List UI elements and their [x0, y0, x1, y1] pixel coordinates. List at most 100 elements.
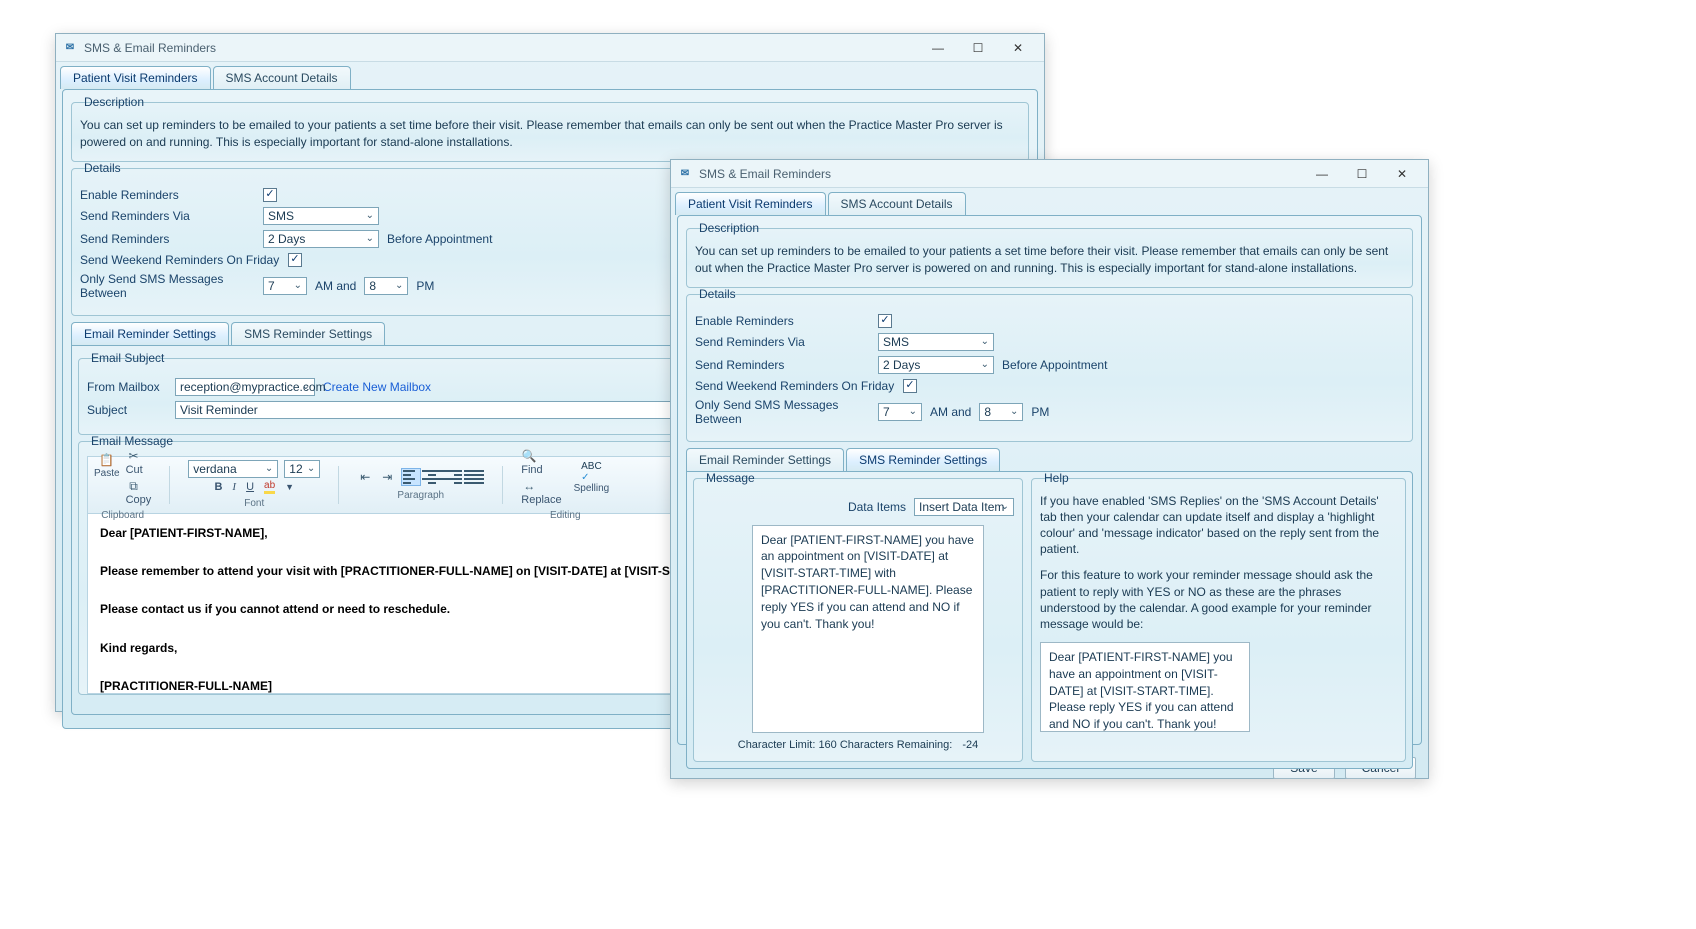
- enable-reminders-checkbox[interactable]: [263, 188, 277, 202]
- email-message-legend: Email Message: [87, 434, 177, 448]
- char-remaining-value: -24: [962, 739, 978, 751]
- tab-sms-account-details[interactable]: SMS Account Details: [213, 66, 351, 89]
- paragraph-group: ⇤ ⇥ Paragraph: [357, 468, 484, 501]
- from-mailbox-select[interactable]: reception@mypractice.com: [175, 378, 315, 396]
- paste-icon[interactable]: 📋: [99, 452, 115, 468]
- font-dropdown-icon[interactable]: ▼: [285, 482, 294, 492]
- copy-icon: ⧉: [126, 478, 142, 494]
- minimize-button-2[interactable]: —: [1302, 163, 1342, 185]
- between-to-select-2[interactable]: 8: [979, 403, 1023, 421]
- sms-message-legend: Message: [702, 471, 759, 485]
- font-name-select[interactable]: verdana: [188, 460, 278, 478]
- description-text-2: You can set up reminders to be emailed t…: [695, 243, 1404, 277]
- window-title-2: SMS & Email Reminders: [699, 167, 1302, 181]
- italic-button[interactable]: I: [232, 481, 236, 493]
- tab-content-2: Description You can set up reminders to …: [677, 215, 1422, 745]
- align-justify-button[interactable]: [464, 468, 484, 486]
- clipboard-group: 📋 Paste ✂ Cut ⧉ Copy Clipboard: [94, 448, 151, 521]
- before-appointment-label-2: Before Appointment: [1002, 358, 1107, 372]
- send-reminders-label-2: Send Reminders: [695, 358, 870, 372]
- sms-settings-panel: Message Data Items Insert Data Item Dear…: [686, 471, 1413, 769]
- between-to-select[interactable]: 8: [364, 277, 408, 295]
- description-fieldset-2: Description You can set up reminders to …: [686, 228, 1413, 288]
- font-group-label: Font: [244, 498, 264, 509]
- weekend-checkbox[interactable]: [288, 253, 302, 267]
- close-button[interactable]: ✕: [998, 37, 1038, 59]
- outdent-icon[interactable]: ⇤: [357, 469, 373, 485]
- tab-sms-account-details-2[interactable]: SMS Account Details: [828, 192, 966, 215]
- help-example-box: Dear [PATIENT-FIRST-NAME] you have an ap…: [1040, 642, 1250, 732]
- bold-button[interactable]: B: [214, 481, 222, 493]
- subtab-sms-reminder-settings[interactable]: SMS Reminder Settings: [231, 322, 385, 345]
- between-pm-2: PM: [1031, 405, 1049, 419]
- char-limit-label: Character Limit: 160 Characters Remainin…: [738, 739, 953, 751]
- tab-patient-visit-reminders-2[interactable]: Patient Visit Reminders: [675, 192, 826, 215]
- align-right-button[interactable]: [443, 468, 463, 486]
- sms-message-textarea[interactable]: Dear [PATIENT-FIRST-NAME] you have an ap…: [752, 525, 984, 733]
- description-text: You can set up reminders to be emailed t…: [80, 117, 1020, 151]
- details-legend-2: Details: [695, 287, 740, 301]
- maximize-button[interactable]: ☐: [958, 37, 998, 59]
- paragraph-group-label: Paragraph: [397, 490, 444, 501]
- underline-button[interactable]: U: [246, 481, 254, 493]
- before-appointment-label: Before Appointment: [387, 232, 492, 246]
- spelling-icon[interactable]: ABC✓: [581, 461, 602, 483]
- highlight-button[interactable]: ab: [264, 480, 275, 494]
- sms-help-legend: Help: [1040, 471, 1073, 485]
- titlebar-2: ✉ SMS & Email Reminders — ☐ ✕: [671, 160, 1428, 188]
- weekend-checkbox-2[interactable]: [903, 379, 917, 393]
- between-from-select-2[interactable]: 7: [878, 403, 922, 421]
- subtab-sms-reminder-settings-2[interactable]: SMS Reminder Settings: [846, 448, 1000, 471]
- align-center-button[interactable]: [422, 468, 442, 486]
- description-legend-2: Description: [695, 221, 763, 235]
- app-icon-2: ✉: [677, 166, 693, 182]
- app-icon: ✉: [62, 40, 78, 56]
- maximize-button-2[interactable]: ☐: [1342, 163, 1382, 185]
- font-size-select[interactable]: 12: [284, 460, 320, 478]
- align-left-button[interactable]: [401, 468, 421, 486]
- weekend-label-2: Send Weekend Reminders On Friday: [695, 379, 895, 393]
- copy-button[interactable]: ⧉ Copy: [126, 478, 152, 506]
- indent-icon[interactable]: ⇥: [379, 469, 395, 485]
- clipboard-group-label: Clipboard: [101, 510, 144, 521]
- find-button[interactable]: 🔍 Find: [521, 448, 561, 476]
- window-sms-settings: ✉ SMS & Email Reminders — ☐ ✕ Patient Vi…: [670, 159, 1429, 779]
- help-p1: If you have enabled 'SMS Replies' on the…: [1040, 493, 1397, 558]
- cut-button[interactable]: ✂ Cut: [126, 448, 152, 476]
- help-p2: For this feature to work your reminder m…: [1040, 567, 1397, 632]
- send-reminders-select-2[interactable]: 2 Days: [878, 356, 994, 374]
- between-from-select[interactable]: 7: [263, 277, 307, 295]
- subtab-email-reminder-settings[interactable]: Email Reminder Settings: [71, 322, 229, 345]
- font-group: verdana 12 B I U ab ▼ Font: [188, 460, 320, 509]
- details-fieldset-2: Details Enable Reminders Send Reminders …: [686, 294, 1413, 442]
- subject-label: Subject: [87, 403, 167, 417]
- editing-group-label: Editing: [550, 510, 581, 521]
- sms-help-fieldset: Help If you have enabled 'SMS Replies' o…: [1031, 478, 1406, 762]
- titlebar: ✉ SMS & Email Reminders — ☐ ✕: [56, 34, 1044, 62]
- send-via-select-2[interactable]: SMS: [878, 333, 994, 351]
- between-label-2: Only Send SMS Messages Between: [695, 398, 870, 426]
- between-pm: PM: [416, 279, 434, 293]
- send-via-label-2: Send Reminders Via: [695, 335, 870, 349]
- data-items-label: Data Items: [848, 500, 906, 514]
- description-legend: Description: [80, 95, 148, 109]
- send-reminders-select[interactable]: 2 Days: [263, 230, 379, 248]
- create-new-mailbox-link[interactable]: Create New Mailbox: [323, 380, 431, 394]
- enable-reminders-checkbox-2[interactable]: [878, 314, 892, 328]
- between-am-and: AM and: [315, 279, 356, 293]
- editing-group: 🔍 Find ↔ Replace ABC✓ Spelling Editing: [521, 448, 609, 521]
- send-via-select[interactable]: SMS: [263, 207, 379, 225]
- subtab-email-reminder-settings-2[interactable]: Email Reminder Settings: [686, 448, 844, 471]
- find-icon: 🔍: [521, 448, 537, 464]
- send-via-label: Send Reminders Via: [80, 209, 255, 223]
- replace-button[interactable]: ↔ Replace: [521, 478, 561, 506]
- main-tabs-2: Patient Visit Reminders SMS Account Deta…: [671, 188, 1428, 215]
- data-items-select[interactable]: Insert Data Item: [914, 498, 1014, 516]
- tab-patient-visit-reminders[interactable]: Patient Visit Reminders: [60, 66, 211, 89]
- minimize-button[interactable]: —: [918, 37, 958, 59]
- paste-label: Paste: [94, 468, 120, 479]
- send-reminders-label: Send Reminders: [80, 232, 255, 246]
- close-button-2[interactable]: ✕: [1382, 163, 1422, 185]
- between-label: Only Send SMS Messages Between: [80, 272, 255, 300]
- from-mailbox-label: From Mailbox: [87, 380, 167, 394]
